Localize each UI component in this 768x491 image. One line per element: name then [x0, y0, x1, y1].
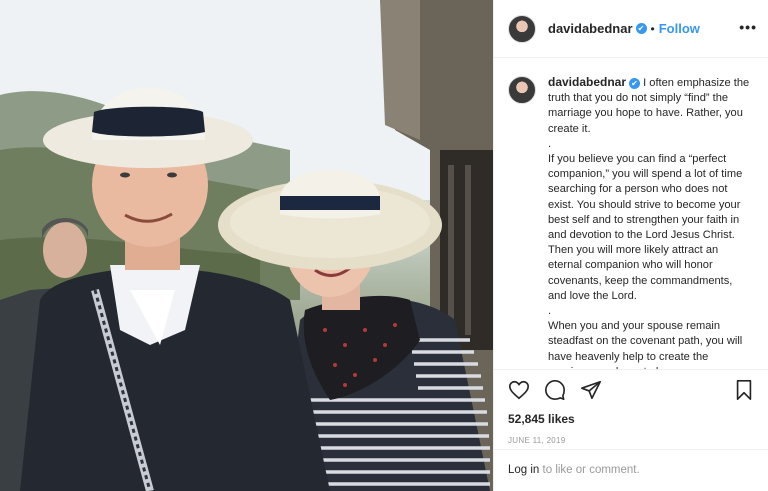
likes-count[interactable]: 52,845 likes	[508, 412, 755, 426]
caption-paragraph-3: If you believe you can find a “perfect c…	[548, 153, 743, 302]
post-side-panel: davidabednar ✔ • Follow ••• davidabednar…	[493, 0, 768, 491]
more-options-icon[interactable]: •••	[739, 19, 757, 35]
login-prompt-text: to like or comment.	[539, 464, 640, 476]
avatar[interactable]	[508, 14, 536, 43]
caption-text: davidabednar ✔ I often emphasize the trut…	[548, 75, 753, 369]
post-header: davidabednar ✔ • Follow •••	[494, 0, 768, 58]
caption-comment: davidabednar ✔ I often emphasize the trut…	[508, 75, 755, 369]
caption-paragraph-1: davidabednar ✔ I often emphasize the trut…	[548, 75, 753, 137]
login-link[interactable]: Log in	[508, 464, 539, 476]
separator-dot: •	[650, 21, 655, 36]
follow-button[interactable]: Follow	[659, 21, 700, 36]
caption-avatar[interactable]	[508, 76, 536, 104]
caption-paragraph-2: .	[548, 137, 552, 150]
header-username[interactable]: davidabednar	[548, 21, 633, 36]
login-prompt: Log in to like or comment.	[494, 449, 768, 491]
share-icon[interactable]	[580, 379, 602, 401]
post-actions: 52,845 likes JUNE 11, 2019	[494, 369, 768, 445]
caption-paragraph-5: When you and your spouse remain steadfas…	[548, 320, 743, 369]
post-date[interactable]: JUNE 11, 2019	[508, 436, 755, 445]
verified-badge-icon: ✔	[635, 23, 647, 34]
post-photo[interactable]	[0, 0, 493, 491]
heart-icon[interactable]	[508, 379, 530, 401]
caption-scroll-area[interactable]: davidabednar ✔ I often emphasize the trut…	[494, 59, 768, 369]
action-icons-row	[508, 378, 755, 402]
caption-verified-badge-icon: ✔	[629, 78, 641, 89]
photo-illustration	[0, 0, 493, 491]
bookmark-icon[interactable]	[733, 379, 755, 401]
caption-paragraph-4: .	[548, 305, 552, 318]
caption-username[interactable]: davidabednar	[548, 75, 626, 89]
comment-icon[interactable]	[544, 379, 566, 401]
